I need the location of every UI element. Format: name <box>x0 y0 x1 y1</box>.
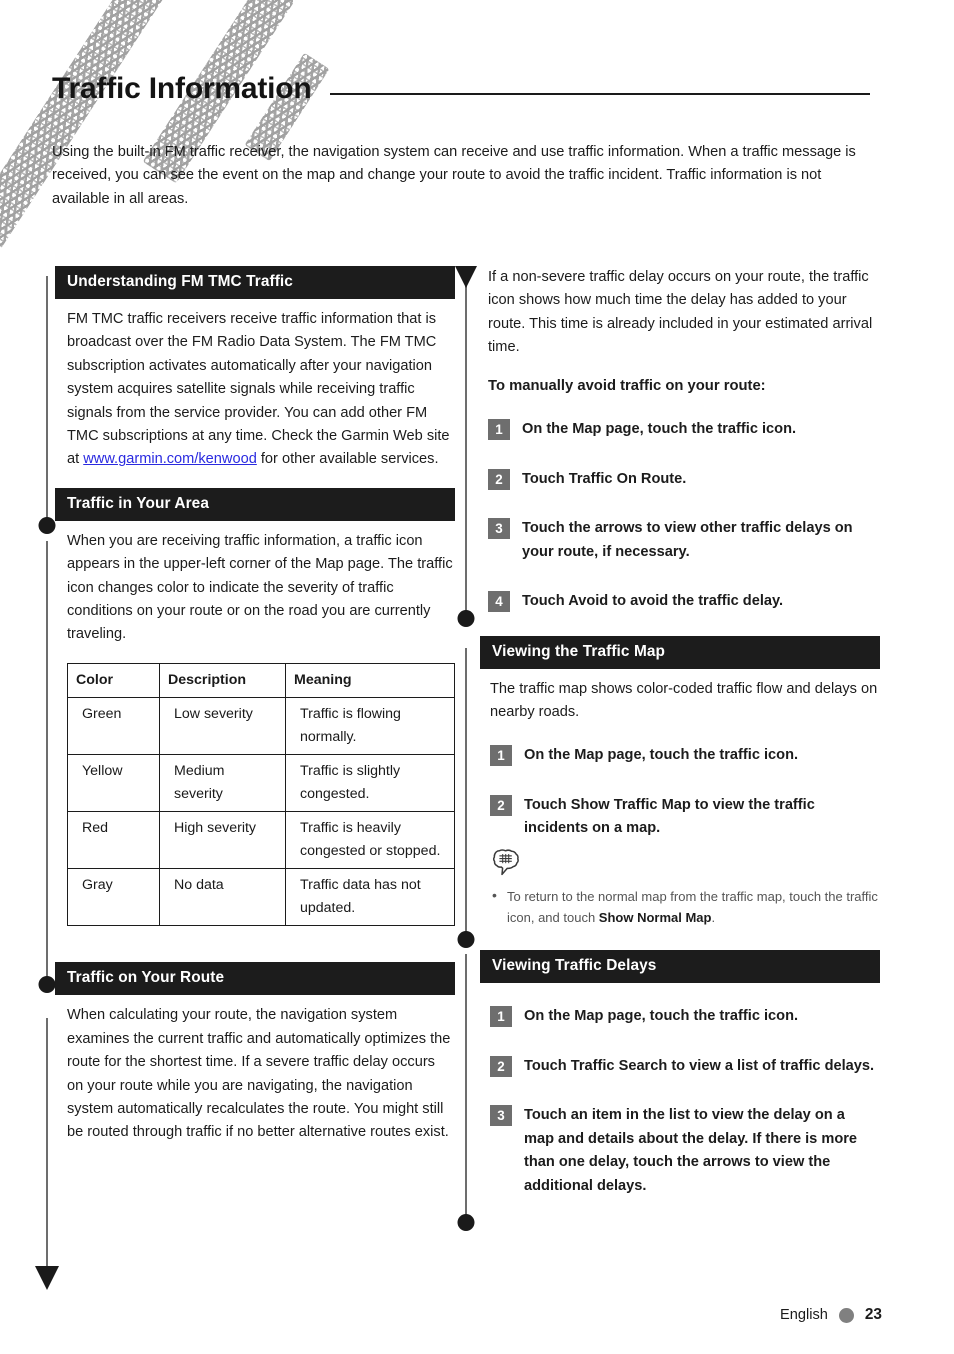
list-item[interactable]: 1 On the Map page, touch the traffic ico… <box>490 744 878 768</box>
step-text: On the Map page, touch the traffic icon. <box>524 1008 799 1025</box>
list-item[interactable]: 3 Touch an item in the list to view the … <box>490 1104 878 1198</box>
guide-rail-left-2 <box>46 541 48 978</box>
list-item: To return to the normal map from the tra… <box>490 885 878 928</box>
table-cell-color: Yellow <box>67 754 160 813</box>
footer-language-label: English <box>780 1307 828 1323</box>
table-cell-color: Gray <box>67 868 160 927</box>
step-number-badge: 2 <box>490 1055 512 1077</box>
steps-viewing-traffic-delays: 1 On the Map page, touch the traffic ico… <box>490 1005 878 1198</box>
step-number-badge: 2 <box>490 794 512 816</box>
table-cell-meaning: Traffic is heavily congested or stopped. <box>285 811 455 870</box>
table-row: Yellow Medium severity Traffic is slight… <box>67 754 455 813</box>
step-text: Touch Show Traffic Map to view the traff… <box>524 796 815 837</box>
tire-track-decoration-left <box>0 0 206 270</box>
garmin-kenwood-link[interactable]: www.garmin.com/kenwood <box>83 451 257 467</box>
table-cell-description: Medium severity <box>159 754 286 813</box>
step-text: On the Map page, touch the traffic icon. <box>522 421 797 438</box>
step-number-badge: 1 <box>488 419 510 441</box>
list-item[interactable]: 1 On the Map page, touch the traffic ico… <box>490 1005 878 1029</box>
step-text: Touch the arrows to view other traffic d… <box>522 520 853 560</box>
section-body-understanding-fm-tmc-traffic: FM TMC traffic receivers receive traffic… <box>55 299 455 472</box>
step-number-badge: 2 <box>488 468 510 490</box>
table-header-color: Color <box>67 662 160 699</box>
traffic-color-legend-table: Color Description Meaning Green Low seve… <box>67 662 455 927</box>
section-viewing-traffic-delays: Viewing Traffic Delays 1 On the Map page… <box>480 950 880 1198</box>
step-number-badge: 1 <box>490 1006 512 1028</box>
list-item[interactable]: 2 Touch Traffic Search to view a list of… <box>490 1055 878 1079</box>
section-body-traffic-in-your-area: When you are receiving traffic informati… <box>55 521 455 647</box>
section-heading-viewing-the-traffic-map: Viewing the Traffic Map <box>480 635 880 669</box>
section-heading-traffic-on-your-route: Traffic on Your Route <box>55 962 455 996</box>
table-cell-meaning: Traffic data has not updated. <box>285 868 455 927</box>
step-text: Touch Avoid to avoid the traffic delay. <box>522 593 784 610</box>
step-text: On the Map page, touch the traffic icon. <box>524 747 799 764</box>
step-text: Touch Traffic On Route. <box>522 470 687 487</box>
paragraph-non-severe-delay: If a non-severe traffic delay occurs on … <box>488 269 873 356</box>
table-header-meaning: Meaning <box>285 662 455 699</box>
section-heading-traffic-in-your-area: Traffic in Your Area <box>55 487 455 521</box>
table-cell-description: Low severity <box>159 697 286 756</box>
section-traffic-on-your-route: Traffic on Your Route When calculating y… <box>55 962 455 1144</box>
section-traffic-in-your-area: Traffic in Your Area When you are receiv… <box>55 487 455 927</box>
table-cell-description: High severity <box>159 811 286 870</box>
table-cell-color: Red <box>67 811 160 870</box>
list-item[interactable]: 4 Touch Avoid to avoid the traffic delay… <box>488 590 878 614</box>
table-row: Red High severity Traffic is heavily con… <box>67 811 455 870</box>
guide-rail-left-1 <box>46 276 48 519</box>
paragraph-traffic-on-your-route: When calculating your route, the navigat… <box>67 1007 451 1141</box>
section-body-viewing-the-traffic-map: The traffic map shows color-coded traffi… <box>480 669 880 929</box>
guide-rail-left-3 <box>46 1018 48 1268</box>
note-bubble-icon <box>492 849 878 884</box>
step-text: Touch an item in the list to view the de… <box>524 1107 858 1194</box>
list-item[interactable]: 3 Touch the arrows to view other traffic… <box>488 517 878 564</box>
section-understanding-fm-tmc-traffic: Understanding FM TMC Traffic FM TMC traf… <box>55 266 455 472</box>
page-footer: English 23 <box>780 1306 882 1324</box>
page-title: Traffic Information <box>52 72 312 106</box>
table-header-description: Description <box>159 662 286 699</box>
step-number-badge: 1 <box>490 745 512 767</box>
list-item[interactable]: 2 Touch Show Traffic Map to view the tra… <box>490 794 878 841</box>
right-intro-block: If a non-severe traffic delay occurs on … <box>480 266 880 614</box>
table-row: Green Low severity Traffic is flowing no… <box>67 697 455 756</box>
paragraph-text-before-link: FM TMC traffic receivers receive traffic… <box>67 311 450 468</box>
table-cell-meaning: Traffic is flowing normally. <box>285 697 455 756</box>
steps-manually-avoid-traffic: 1 On the Map page, touch the traffic ico… <box>488 418 878 614</box>
note-text-bold: Show Normal Map <box>598 910 712 926</box>
section-body-traffic-on-your-route: When calculating your route, the navigat… <box>55 995 455 1144</box>
right-column: If a non-severe traffic delay occurs on … <box>465 266 880 1224</box>
list-item[interactable]: 1 On the Map page, touch the traffic ico… <box>488 418 878 442</box>
title-divider-rule <box>330 93 870 95</box>
footer-page-number: 23 <box>864 1306 882 1323</box>
list-item[interactable]: 2 Touch Traffic On Route. <box>488 468 878 492</box>
paragraph-text-after-link: for other available services. <box>256 451 439 468</box>
table-cell-color: Green <box>67 697 160 756</box>
section-heading-understanding-fm-tmc-traffic: Understanding FM TMC Traffic <box>55 266 455 299</box>
guide-rail-right-3 <box>465 954 467 1216</box>
table-cell-description: No data <box>159 868 286 927</box>
paragraph-traffic-in-your-area: When you are receiving traffic informati… <box>67 532 453 643</box>
note-text-suffix: . <box>711 910 716 926</box>
step-number-badge: 4 <box>488 591 510 613</box>
guide-rail-right-1 <box>465 268 467 612</box>
step-text: Touch Traffic Search to view a list of t… <box>524 1057 875 1074</box>
footer-dot-icon <box>838 1307 854 1323</box>
section-viewing-the-traffic-map: Viewing the Traffic Map The traffic map … <box>480 635 880 929</box>
section-body-viewing-traffic-delays: 1 On the Map page, touch the traffic ico… <box>480 983 880 1198</box>
intro-paragraph: Using the built-in FM traffic receiver, … <box>52 143 856 207</box>
guide-rail-right-2 <box>465 648 467 933</box>
section-heading-viewing-traffic-delays: Viewing Traffic Delays <box>480 950 880 984</box>
paragraph-traffic-map-description: The traffic map shows color-coded traffi… <box>490 680 878 721</box>
step-number-badge: 3 <box>488 518 510 540</box>
note-list-traffic-map: To return to the normal map from the tra… <box>490 885 878 928</box>
step-number-badge: 3 <box>490 1105 512 1127</box>
left-column: Understanding FM TMC Traffic FM TMC traf… <box>46 266 455 1268</box>
table-row: Gray No data Traffic data has not update… <box>67 868 455 927</box>
table-cell-meaning: Traffic is slightly congested. <box>285 754 455 813</box>
table-header-row: Color Description Meaning <box>67 662 455 699</box>
steps-viewing-traffic-map: 1 On the Map page, touch the traffic ico… <box>490 744 878 841</box>
procedure-lead-manually-avoid: To manually avoid traffic on your route: <box>488 377 766 394</box>
